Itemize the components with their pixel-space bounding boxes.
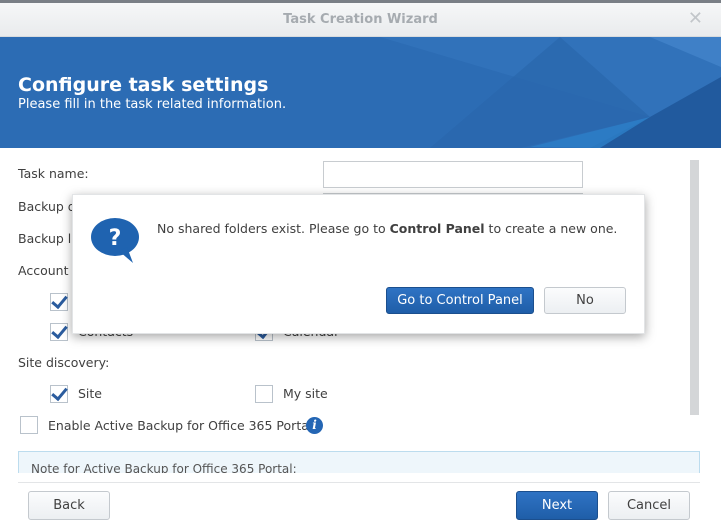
no-button[interactable]: No — [544, 287, 626, 314]
close-icon[interactable]: ✕ — [688, 9, 703, 29]
page-title: Configure task settings — [18, 74, 269, 96]
svg-text:?: ? — [109, 226, 122, 251]
cancel-button[interactable]: Cancel — [608, 491, 690, 520]
mail-checkbox[interactable] — [50, 293, 68, 311]
dialog-message: No shared folders exist. Please go to Co… — [157, 221, 617, 236]
page-subtitle: Please fill in the task related informat… — [18, 97, 287, 112]
confirm-dialog: ? No shared folders exist. Please go to … — [72, 194, 645, 334]
next-button[interactable]: Next — [516, 491, 598, 520]
header-banner: Configure task settings Please fill in t… — [0, 37, 721, 148]
site-checkbox[interactable] — [50, 385, 68, 403]
window-title: Task Creation Wizard — [283, 12, 438, 27]
backup-destination-label: Backup d — [18, 199, 76, 214]
my-site-checkbox[interactable] — [255, 385, 273, 403]
task-name-input[interactable] — [323, 161, 583, 188]
back-button[interactable]: Back — [28, 491, 110, 520]
title-bar[interactable]: Task Creation Wizard ✕ — [0, 3, 721, 37]
message-text: No shared folders exist. Please go to — [157, 221, 390, 236]
scrollbar[interactable] — [690, 160, 699, 415]
question-icon: ? — [91, 218, 139, 263]
message-bold: Control Panel — [389, 221, 485, 236]
go-to-control-panel-button[interactable]: Go to Control Panel — [386, 287, 534, 314]
site-label: Site — [78, 386, 102, 401]
task-name-label: Task name: — [18, 166, 89, 181]
portal-checkbox[interactable] — [20, 416, 38, 434]
portal-note: Note for Active Backup for Office 365 Po… — [18, 451, 700, 473]
message-text-end: to create a new one. — [484, 221, 618, 236]
account-label: Account — [18, 263, 69, 278]
backup-limit-label: Backup li — [18, 231, 75, 246]
site-discovery-label: Site discovery: — [18, 355, 110, 370]
my-site-label: My site — [283, 386, 328, 401]
portal-note-text: Note for Active Backup for Office 365 Po… — [31, 462, 297, 473]
info-icon[interactable]: i — [306, 417, 323, 434]
contacts-checkbox[interactable] — [50, 323, 68, 341]
footer-divider — [18, 482, 700, 483]
portal-label: Enable Active Backup for Office 365 Port… — [48, 418, 313, 433]
